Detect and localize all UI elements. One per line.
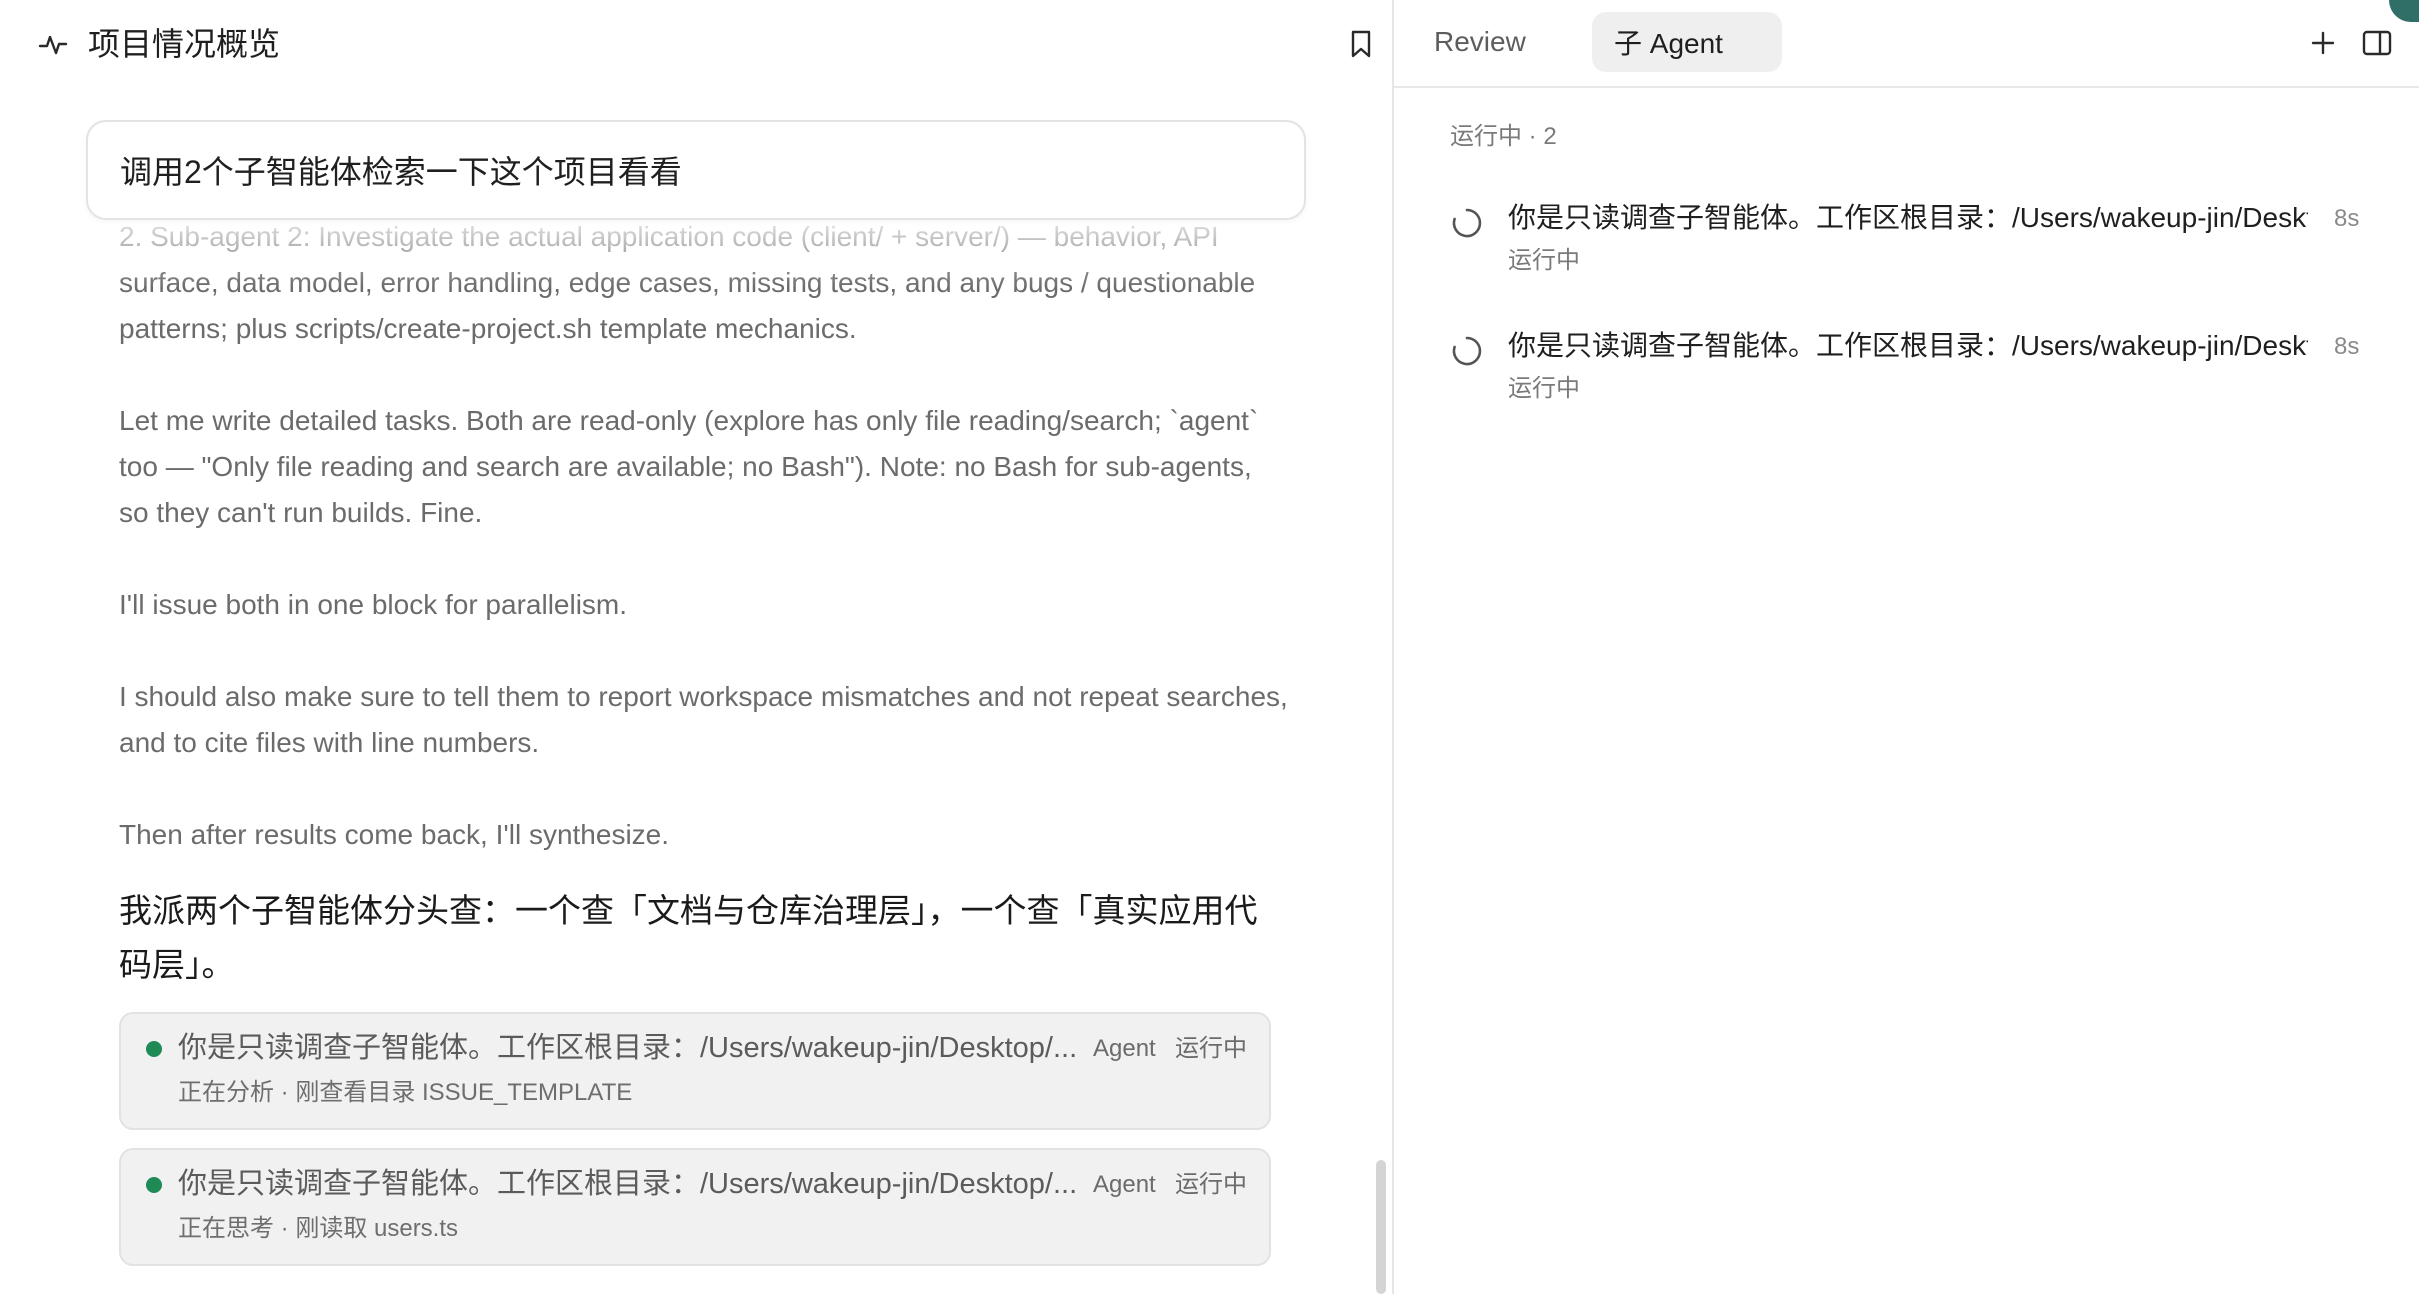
subagent-row[interactable]: 你是只读调查子智能体。工作区根目录：/Users/wakeup-jin/Desk… bbox=[1394, 322, 2419, 422]
subagent-card-status: 运行中 bbox=[1175, 1035, 1247, 1062]
thinking-paragraph: Then after results come back, I'll synth… bbox=[119, 819, 670, 850]
tab-subagent[interactable]: 子 Agent bbox=[1592, 12, 1782, 72]
bookmark-button[interactable] bbox=[1346, 28, 1376, 60]
subagent-card[interactable]: 你是只读调查子智能体。工作区根目录：/Users/wakeup-jin/Desk… bbox=[119, 1148, 1271, 1266]
thinking-paragraph: I'll issue both in one block for paralle… bbox=[119, 589, 628, 620]
thinking-block: 2. Sub-agent 2: Investigate the actual a… bbox=[119, 214, 1289, 858]
subagent-card-activity: 正在分析 · 刚查看目录 ISSUE_TEMPLATE bbox=[178, 1079, 633, 1106]
subagent-panel: Review 子 Agent 运行中 · 2 你是只读调查子智能体。工作区根目录… bbox=[1394, 0, 2419, 1294]
bookmark-icon bbox=[1351, 30, 1371, 58]
subagent-row[interactable]: 你是只读调查子智能体。工作区根目录：/Users/wakeup-jin/Desk… bbox=[1394, 194, 2419, 294]
user-prompt-text: 调用2个子智能体检索一下这个项目看看 bbox=[120, 154, 682, 190]
tab-review[interactable]: Review bbox=[1414, 12, 1564, 72]
thinking-paragraph: I should also make sure to tell them to … bbox=[119, 681, 1288, 758]
subagent-row-elapsed: 8s bbox=[2334, 333, 2360, 360]
subagent-row-status: 运行中 bbox=[1508, 375, 1580, 402]
subagent-card-title: 你是只读调查子智能体。工作区根目录：/Users/wakeup-jin/Desk… bbox=[178, 1168, 1078, 1200]
subagent-card-status: 运行中 bbox=[1175, 1171, 1247, 1198]
chat-scroll-area[interactable]: 调用2个子智能体检索一下这个项目看看 2. Sub-agent 2: Inves… bbox=[0, 88, 1380, 1294]
subagent-row-status: 运行中 bbox=[1508, 247, 1580, 274]
assistant-answer: 我派两个子智能体分头查：一个查「文档与仓库治理层」，一个查「真实应用代码层」。 bbox=[119, 892, 1258, 983]
plus-icon[interactable] bbox=[2306, 26, 2340, 60]
app-window: 项目情况概览 调用2个子智能体检索一下这个项目看看 2. Sub-agent 2… bbox=[0, 0, 2419, 1294]
status-dot-icon bbox=[146, 1177, 162, 1193]
subagent-row-elapsed: 8s bbox=[2334, 205, 2360, 232]
subagent-card-tag: Agent bbox=[1093, 1035, 1156, 1062]
subagent-card-title: 你是只读调查子智能体。工作区根目录：/Users/wakeup-jin/Desk… bbox=[178, 1032, 1078, 1064]
subagent-row-title: 你是只读调查子智能体。工作区根目录：/Users/wakeup-jin/Desk… bbox=[1508, 202, 2308, 233]
panel-header: Review 子 Agent bbox=[1394, 0, 2419, 88]
spinner-icon bbox=[1452, 208, 1482, 238]
spinner-icon bbox=[1452, 336, 1482, 366]
activity-icon bbox=[38, 35, 68, 55]
thinking-paragraph: Let me write detailed tasks. Both are re… bbox=[119, 405, 1259, 528]
chat-header: 项目情况概览 bbox=[0, 0, 1392, 88]
subagent-card-tag: Agent bbox=[1093, 1171, 1156, 1198]
chat-pane: 项目情况概览 调用2个子智能体检索一下这个项目看看 2. Sub-agent 2… bbox=[0, 0, 1392, 1294]
panel-toggle-icon[interactable] bbox=[2360, 26, 2394, 60]
subagent-row-title: 你是只读调查子智能体。工作区根目录：/Users/wakeup-jin/Desk… bbox=[1508, 330, 2308, 361]
scrollbar-thumb[interactable] bbox=[1376, 1160, 1386, 1294]
status-dot-icon bbox=[146, 1041, 162, 1057]
thinking-paragraph: 2. Sub-agent 2: Investigate the actual a… bbox=[119, 221, 1256, 344]
page-title: 项目情况概览 bbox=[88, 26, 281, 62]
subagent-card-activity: 正在思考 · 刚读取 users.ts bbox=[178, 1215, 459, 1242]
user-prompt-bubble: 调用2个子智能体检索一下这个项目看看 bbox=[86, 120, 1306, 220]
running-section-label: 运行中 · 2 bbox=[1450, 123, 1557, 150]
subagent-card[interactable]: 你是只读调查子智能体。工作区根目录：/Users/wakeup-jin/Desk… bbox=[119, 1012, 1271, 1130]
